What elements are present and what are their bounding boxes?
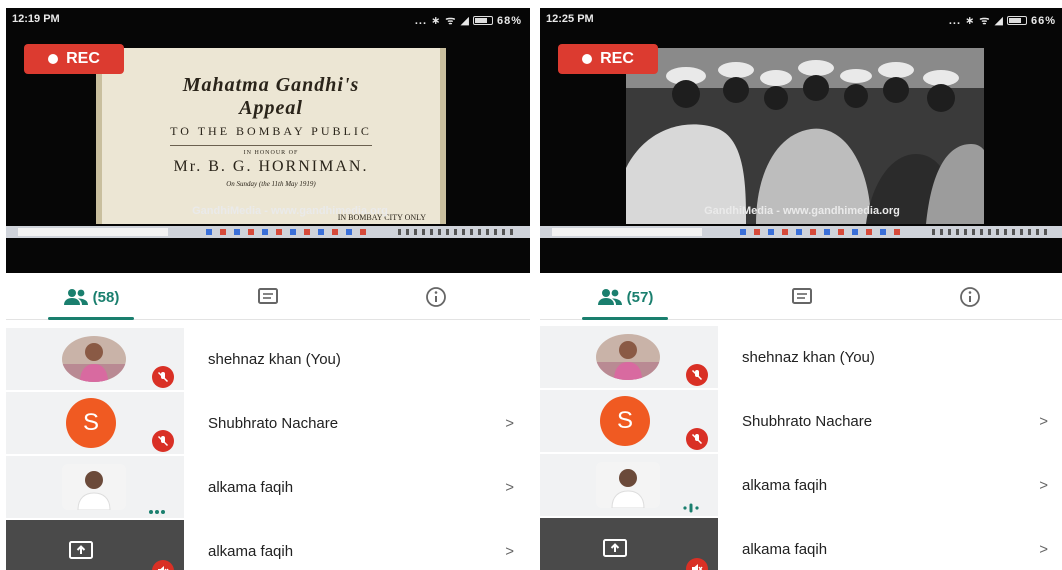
record-dot-icon	[48, 54, 59, 64]
poster-subtitle: TO THE BOMBAY PUBLIC	[170, 124, 372, 138]
people-icon	[597, 289, 622, 305]
recording-label: REC	[66, 50, 100, 67]
avatar: S	[66, 398, 116, 448]
participant-name: shehnaz khan (You)	[208, 350, 341, 368]
present-screen-icon	[68, 540, 94, 562]
video-stage[interactable]: 12:25 PM ... ∗ ᯤ ◢ 66% REC GandhiMedia -…	[540, 8, 1062, 273]
recording-badge: REC	[24, 44, 124, 74]
tab-participants[interactable]: (58)	[36, 274, 146, 320]
tab-participants[interactable]: (57)	[570, 274, 680, 320]
participant-row[interactable]: shehnaz khan (You)	[540, 326, 1062, 388]
poster-divider	[169, 145, 373, 146]
chat-icon	[792, 288, 812, 304]
participant-row[interactable]: S Shubhrato Nachare >	[540, 390, 1062, 452]
mic-off-icon	[691, 369, 703, 381]
participant-row[interactable]: alkama faqih >	[540, 518, 1062, 570]
participant-name: alkama faqih	[742, 476, 828, 494]
record-dot-icon	[582, 54, 593, 64]
tab-chat[interactable]	[772, 274, 832, 320]
mic-muted-badge	[686, 364, 708, 386]
poster-title-line1: Mahatma Gandhi's	[182, 74, 360, 96]
volume-off-icon	[692, 564, 703, 570]
participant-name: alkama faqih	[742, 540, 828, 558]
mic-off-icon	[157, 435, 169, 447]
audio-dots-icon	[148, 502, 166, 520]
signal-wifi-icons: ... ∗ ᯤ ◢	[414, 15, 470, 27]
avatar: S	[600, 396, 650, 446]
mic-muted-badge	[152, 430, 174, 452]
mic-muted-badge	[686, 428, 708, 450]
meeting-tabs: (58)	[6, 274, 530, 320]
chevron-right-icon[interactable]: >	[1039, 518, 1048, 570]
meeting-screen-right: 12:25 PM ... ∗ ᯤ ◢ 66% REC GandhiMedia -…	[540, 8, 1062, 570]
chevron-right-icon[interactable]: >	[505, 456, 514, 518]
avatar	[62, 464, 126, 510]
info-icon	[960, 287, 980, 307]
signal-wifi-icons: ... ∗ ᯤ ◢	[948, 15, 1004, 27]
present-screen-icon	[602, 538, 628, 560]
avatar	[596, 334, 660, 380]
participant-row[interactable]: S Shubhrato Nachare >	[6, 392, 530, 454]
tab-info[interactable]	[940, 274, 1000, 320]
participant-row[interactable]: alkama faqih >	[540, 454, 1062, 516]
people-icon	[63, 289, 88, 305]
info-icon	[426, 287, 446, 307]
poster-title-line2: Appeal	[239, 97, 303, 119]
status-icons: ... ∗ ᯤ ◢ 66%	[949, 13, 1056, 28]
shared-footage-image	[626, 48, 984, 224]
status-bar: 12:19 PM ... ∗ ᯤ ◢ 68%	[6, 8, 530, 30]
participant-row[interactable]: shehnaz khan (You)	[6, 328, 530, 390]
participant-row[interactable]: alkama faqih >	[6, 456, 530, 518]
status-time: 12:19 PM	[12, 13, 60, 25]
status-icons: ... ∗ ᯤ ◢ 68%	[415, 13, 522, 28]
participant-row[interactable]: alkama faqih >	[6, 520, 530, 570]
shared-poster-image: Mahatma Gandhi's Appeal TO THE BOMBAY PU…	[96, 48, 446, 224]
participant-list: shehnaz khan (You) S Shubhrato Nachare >…	[540, 320, 1062, 570]
participant-name: Shubhrato Nachare	[742, 412, 873, 430]
tab-chat[interactable]	[238, 274, 298, 320]
recording-badge: REC	[558, 44, 658, 74]
battery-level: 68%	[496, 15, 522, 27]
chat-icon	[258, 288, 278, 304]
poster-date: On Sunday (the 11th May 1919)	[226, 180, 316, 188]
participant-name: Shubhrato Nachare	[208, 414, 339, 432]
meeting-tabs: (57)	[540, 274, 1062, 320]
participant-list: shehnaz khan (You) S Shubhrato Nachare >…	[6, 320, 530, 570]
battery-level: 66%	[1030, 15, 1056, 27]
recording-label: REC	[600, 50, 634, 67]
chevron-right-icon[interactable]: >	[505, 392, 514, 454]
chevron-right-icon[interactable]: >	[505, 520, 514, 570]
poster-small-caption: IN HONOUR OF	[243, 150, 299, 156]
battery-icon	[1006, 16, 1027, 25]
poster-honoree: Mr. B. G. HORNIMAN.	[173, 158, 369, 175]
shared-desktop-taskbar	[540, 226, 1062, 238]
tab-info[interactable]	[406, 274, 466, 320]
speaking-indicator-icon	[682, 500, 700, 518]
participant-count: (58)	[92, 288, 120, 306]
video-watermark: GandhiMedia - www.gandhimedia.org	[704, 205, 900, 217]
video-watermark: GandhiMedia - www.gandhimedia.org	[192, 205, 388, 217]
participant-name: alkama faqih	[208, 478, 294, 496]
status-bar: 12:25 PM ... ∗ ᯤ ◢ 66%	[540, 8, 1062, 30]
participant-count: (57)	[626, 288, 654, 306]
chevron-right-icon[interactable]: >	[1039, 390, 1048, 452]
mic-off-icon	[157, 371, 169, 383]
participant-name: alkama faqih	[208, 542, 294, 560]
avatar	[62, 336, 126, 382]
meeting-screen-left: 12:19 PM ... ∗ ᯤ ◢ 68% REC Mahatma Gandh…	[6, 8, 530, 570]
shared-desktop-taskbar	[6, 226, 530, 238]
participant-name: shehnaz khan (You)	[742, 348, 875, 366]
status-time: 12:25 PM	[546, 13, 594, 25]
mic-muted-badge	[152, 366, 174, 388]
mic-off-icon	[691, 433, 703, 445]
battery-icon	[472, 16, 493, 25]
chevron-right-icon[interactable]: >	[1039, 454, 1048, 516]
avatar	[596, 462, 660, 508]
volume-off-icon	[158, 566, 169, 570]
video-stage[interactable]: 12:19 PM ... ∗ ᯤ ◢ 68% REC Mahatma Gandh…	[6, 8, 530, 273]
